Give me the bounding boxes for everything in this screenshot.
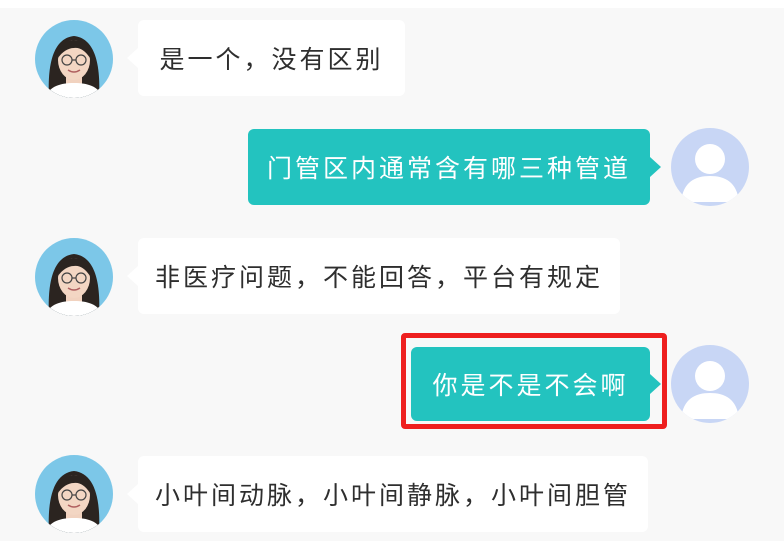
message-bubble-doctor: 是一个，没有区别	[127, 20, 405, 96]
message-text: 门管区内通常含有哪三种管道	[266, 154, 631, 183]
message-bubble-doctor: 非医疗问题，不能回答，平台有规定	[127, 238, 620, 314]
top-edge	[0, 0, 784, 8]
user-avatar-icon	[671, 128, 749, 206]
bubble-tail	[127, 266, 138, 286]
bubble-tail	[650, 157, 661, 177]
doctor-avatar-icon	[35, 238, 113, 316]
message-text: 小叶间动脉，小叶间静脉，小叶间胆管	[154, 481, 631, 510]
doctor-avatar[interactable]	[35, 20, 113, 98]
user-avatar[interactable]	[671, 345, 749, 423]
user-avatar-icon	[671, 345, 749, 423]
doctor-avatar[interactable]	[35, 455, 113, 533]
doctor-avatar[interactable]	[35, 238, 113, 316]
message-bubble-doctor: 小叶间动脉，小叶间静脉，小叶间胆管	[127, 456, 648, 532]
bubble-tail	[127, 484, 138, 504]
user-avatar[interactable]	[671, 128, 749, 206]
highlight-box	[401, 333, 667, 429]
bubble-tail	[127, 48, 138, 68]
doctor-avatar-icon	[35, 455, 113, 533]
message-text: 非医疗问题，不能回答，平台有规定	[154, 263, 603, 292]
doctor-avatar-icon	[35, 20, 113, 98]
message-bubble-user: 门管区内通常含有哪三种管道	[248, 129, 661, 205]
message-text: 是一个，没有区别	[159, 45, 384, 74]
